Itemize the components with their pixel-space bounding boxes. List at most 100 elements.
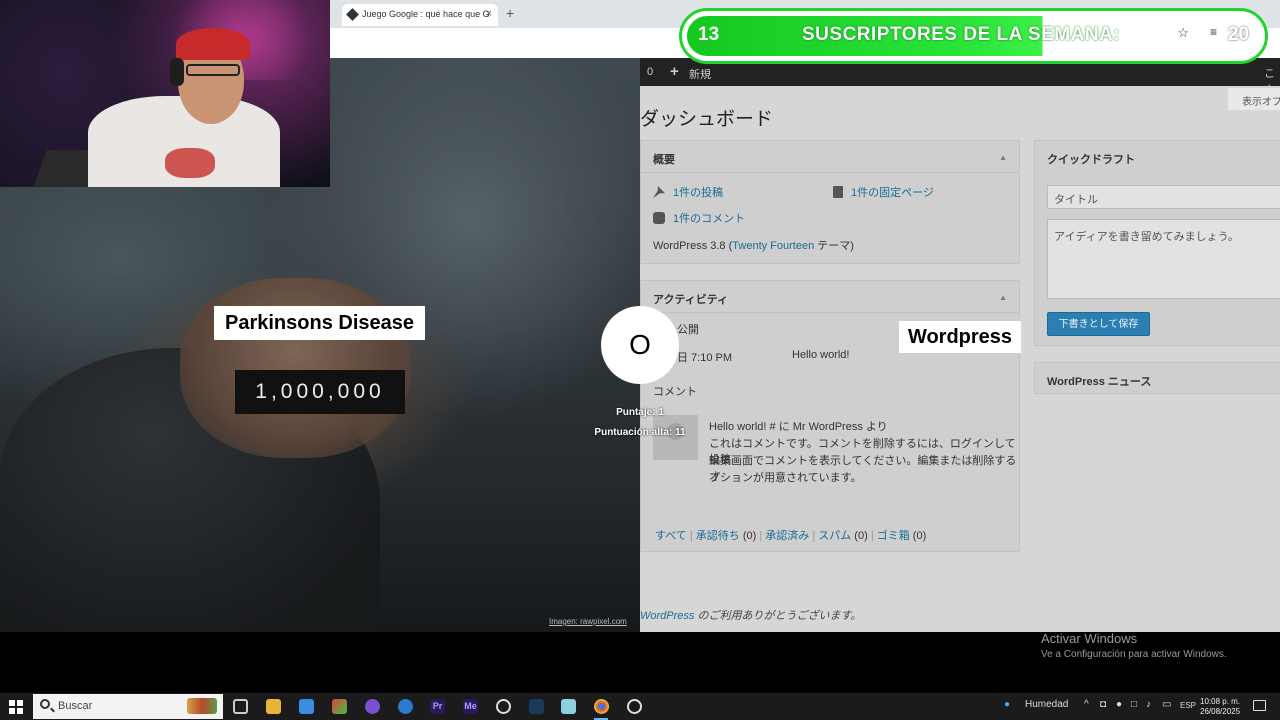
activation-title: Activar Windows <box>1041 631 1138 646</box>
activity-title: アクティビティ <box>653 294 729 306</box>
tab-title: Juego Google : qué hace que G <box>362 9 490 19</box>
windows-start-icon[interactable] <box>9 700 23 714</box>
news-title: WordPress ニュース <box>1047 376 1152 388</box>
filter-pending[interactable]: 承認待ち <box>696 530 740 542</box>
news-panel: WordPress ニュース <box>1034 362 1280 394</box>
steam-icon[interactable] <box>529 699 544 714</box>
task-view-icon[interactable] <box>233 699 248 714</box>
taskbar-clock[interactable]: 10:08 p. m. 26/08/2025 <box>1200 697 1240 717</box>
published-heading: 公開 <box>677 324 699 336</box>
posts-link[interactable]: 1件の投稿 <box>653 184 723 200</box>
filter-all[interactable]: すべて <box>655 530 687 542</box>
activation-subtitle: Ve a Configuración para activar Windows. <box>1041 649 1227 660</box>
app-icon[interactable] <box>332 699 347 714</box>
comments-link[interactable]: 1件のコメント <box>653 210 745 226</box>
comment-link[interactable]: Hello world! # に Mr WordPress より <box>709 418 888 434</box>
left-topic-label: Parkinsons Disease <box>214 306 425 340</box>
filter-approved[interactable]: 承認済み <box>765 530 809 542</box>
footer-wordpress-link[interactable]: WordPress <box>640 610 694 622</box>
plus-icon[interactable]: + <box>670 63 679 80</box>
favicon-icon <box>346 8 359 21</box>
activity-header[interactable]: アクティビティ ▲ <box>641 281 1019 313</box>
notification-icon[interactable] <box>1253 700 1266 711</box>
draft-content-input[interactable]: アイディアを書き留めてみましょう。 <box>1047 219 1280 299</box>
chrome-icon[interactable] <box>594 699 609 714</box>
news-header[interactable]: WordPress ニュース <box>1035 363 1280 395</box>
taskbar: Buscar Pr Me ● Humedad ^ ◘ ● □ ♪ ▭ ESP 1… <box>0 693 1280 720</box>
page-icon <box>833 186 843 198</box>
star-icon[interactable]: ☆ <box>1177 25 1189 41</box>
left-search-volume: 1,000,000 <box>235 370 405 414</box>
pages-link[interactable]: 1件の固定ページ <box>833 184 934 200</box>
shirt-logo <box>165 148 215 178</box>
tray-box-icon[interactable]: □ <box>1131 699 1137 710</box>
banner-goal-count: 20 <box>1227 24 1249 45</box>
page-title: ダッシュボード <box>640 109 774 130</box>
network-icon[interactable]: ▭ <box>1162 699 1171 710</box>
published-post-link[interactable]: Hello world! <box>792 349 849 361</box>
weather-icon[interactable]: ● <box>1004 699 1010 710</box>
published-time: 日 7:10 PM <box>677 352 733 364</box>
tray-app-icon[interactable]: ◘ <box>1100 699 1106 710</box>
screen-options-button[interactable]: 表示オプ <box>1228 88 1280 110</box>
comments-heading: コメント <box>653 386 697 398</box>
notes-icon[interactable] <box>561 699 576 714</box>
streamer-glasses <box>186 64 240 76</box>
language-indicator[interactable]: ESP <box>1180 701 1196 710</box>
banner-text: SUSCRIPTORES DE LA SEMANA: <box>802 24 1121 45</box>
version-info: WordPress 3.8 (Twenty Fourteen テーマ) <box>653 240 854 252</box>
wp-footer: WordPress のご利用ありがとうございます。 <box>640 610 862 622</box>
browser-icon[interactable] <box>398 699 413 714</box>
save-draft-button[interactable]: 下書きとして保存 <box>1047 312 1150 336</box>
banner-current-count: 13 <box>698 24 720 45</box>
pin-icon <box>653 186 665 198</box>
tab-close-icon[interactable]: × <box>486 8 492 20</box>
browser-tab[interactable]: Juego Google : qué hace que G × <box>342 4 498 26</box>
headset <box>170 58 184 86</box>
comment-body-line3: プションが用意されています。 <box>709 472 862 484</box>
collapse-arrow-icon[interactable]: ▲ <box>999 293 1007 302</box>
new-menu[interactable]: 新規 <box>689 66 711 82</box>
overview-panel: 概要 ▲ 1件の投稿 1件の固定ページ 1件のコメント WordPress 3.… <box>640 140 1020 264</box>
windows-activation-watermark: Activar Windows Ve a Configuración para … <box>1041 631 1227 660</box>
webcam-overlay <box>0 0 330 187</box>
score-text: Puntaje: 1 <box>616 407 664 418</box>
quickdraft-header[interactable]: クイックドラフト <box>1035 141 1280 173</box>
collapse-arrow-icon[interactable]: ▲ <box>999 153 1007 162</box>
search-icon <box>40 699 50 709</box>
clock-time: 10:08 p. m. <box>1200 697 1241 706</box>
filter-spam[interactable]: スパム <box>818 530 851 542</box>
volume-icon[interactable]: ♪ <box>1146 699 1151 710</box>
comment-filters: すべて | 承認待ち (0) | 承認済み | スパム (0) | ゴミ箱 (0… <box>655 530 927 542</box>
subscriber-banner: 13 SUSCRIPTORES DE LA SEMANA: ☆ ≡ 20 <box>679 8 1268 64</box>
right-topic-label: Wordpress <box>899 321 1021 353</box>
high-score-text: Puntuación alta: 11 <box>594 427 686 438</box>
obs-icon[interactable] <box>496 699 511 714</box>
reading-list-icon[interactable]: ≡ <box>1210 25 1217 39</box>
overview-title: 概要 <box>653 154 675 166</box>
discord-icon[interactable] <box>365 699 380 714</box>
score-panel: Puntaje: 1 Puntuación alta: 11 <box>560 403 720 443</box>
tray-chevron-icon[interactable]: ^ <box>1084 699 1089 710</box>
mic-icon[interactable]: ● <box>1116 699 1122 710</box>
taskbar-search[interactable]: Buscar <box>33 694 223 719</box>
streamer-cap <box>176 28 250 60</box>
weather-text[interactable]: Humedad <box>1025 699 1068 710</box>
new-tab-button[interactable]: + <box>506 5 514 21</box>
theme-link[interactable]: Twenty Fourteen <box>732 240 814 252</box>
store-icon[interactable] <box>299 699 314 714</box>
filter-trash[interactable]: ゴミ箱 <box>877 530 910 542</box>
media-encoder-icon[interactable]: Me <box>463 699 478 714</box>
image-credit-link[interactable]: Imagen: rawpixel.com <box>549 617 627 626</box>
draft-title-input[interactable]: タイトル <box>1047 185 1280 209</box>
comment-bubble-icon <box>653 212 665 224</box>
vs-circle: O <box>601 306 679 384</box>
clock-date: 26/08/2025 <box>1200 707 1241 716</box>
screen: Juego Google : qué hace que G × + 0 + 新規… <box>0 0 1280 720</box>
comment-count[interactable]: 0 <box>647 66 653 78</box>
search-placeholder: Buscar <box>58 700 93 712</box>
overview-header[interactable]: 概要 ▲ <box>641 141 1019 173</box>
file-explorer-icon[interactable] <box>266 699 281 714</box>
settings-icon[interactable] <box>627 699 642 714</box>
premiere-icon[interactable]: Pr <box>430 699 445 714</box>
